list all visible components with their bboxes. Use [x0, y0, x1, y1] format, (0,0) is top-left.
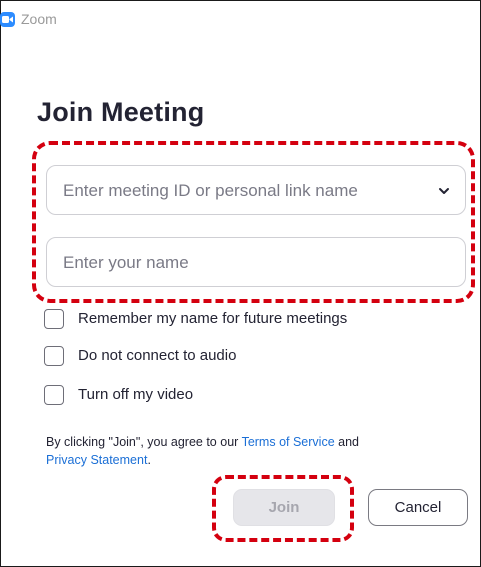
title-bar: Zoom: [0, 1, 480, 37]
page-title: Join Meeting: [37, 97, 205, 127]
video-off-checkbox[interactable]: [44, 385, 64, 405]
window-title: Zoom: [21, 11, 57, 27]
no-audio-label[interactable]: Do not connect to audio: [78, 347, 236, 364]
zoom-camera-icon: [0, 12, 15, 27]
terms-prefix: By clicking "Join", you agree to our: [46, 435, 242, 449]
video-off-label[interactable]: Turn off my video: [78, 386, 193, 403]
remember-name-label[interactable]: Remember my name for future meetings: [78, 310, 347, 327]
privacy-statement-link[interactable]: Privacy Statement: [46, 453, 147, 467]
terms-suffix: .: [147, 453, 151, 467]
no-audio-checkbox[interactable]: [44, 346, 64, 366]
cancel-button[interactable]: Cancel: [368, 489, 468, 526]
remember-name-checkbox[interactable]: [44, 309, 64, 329]
terms-middle: and: [334, 435, 359, 449]
terms-notice: By clicking "Join", you agree to our Ter…: [46, 433, 456, 469]
terms-of-service-link[interactable]: Terms of Service: [242, 435, 335, 449]
annotation-highlight-fields: [32, 141, 475, 303]
annotation-highlight-join: [212, 475, 354, 542]
